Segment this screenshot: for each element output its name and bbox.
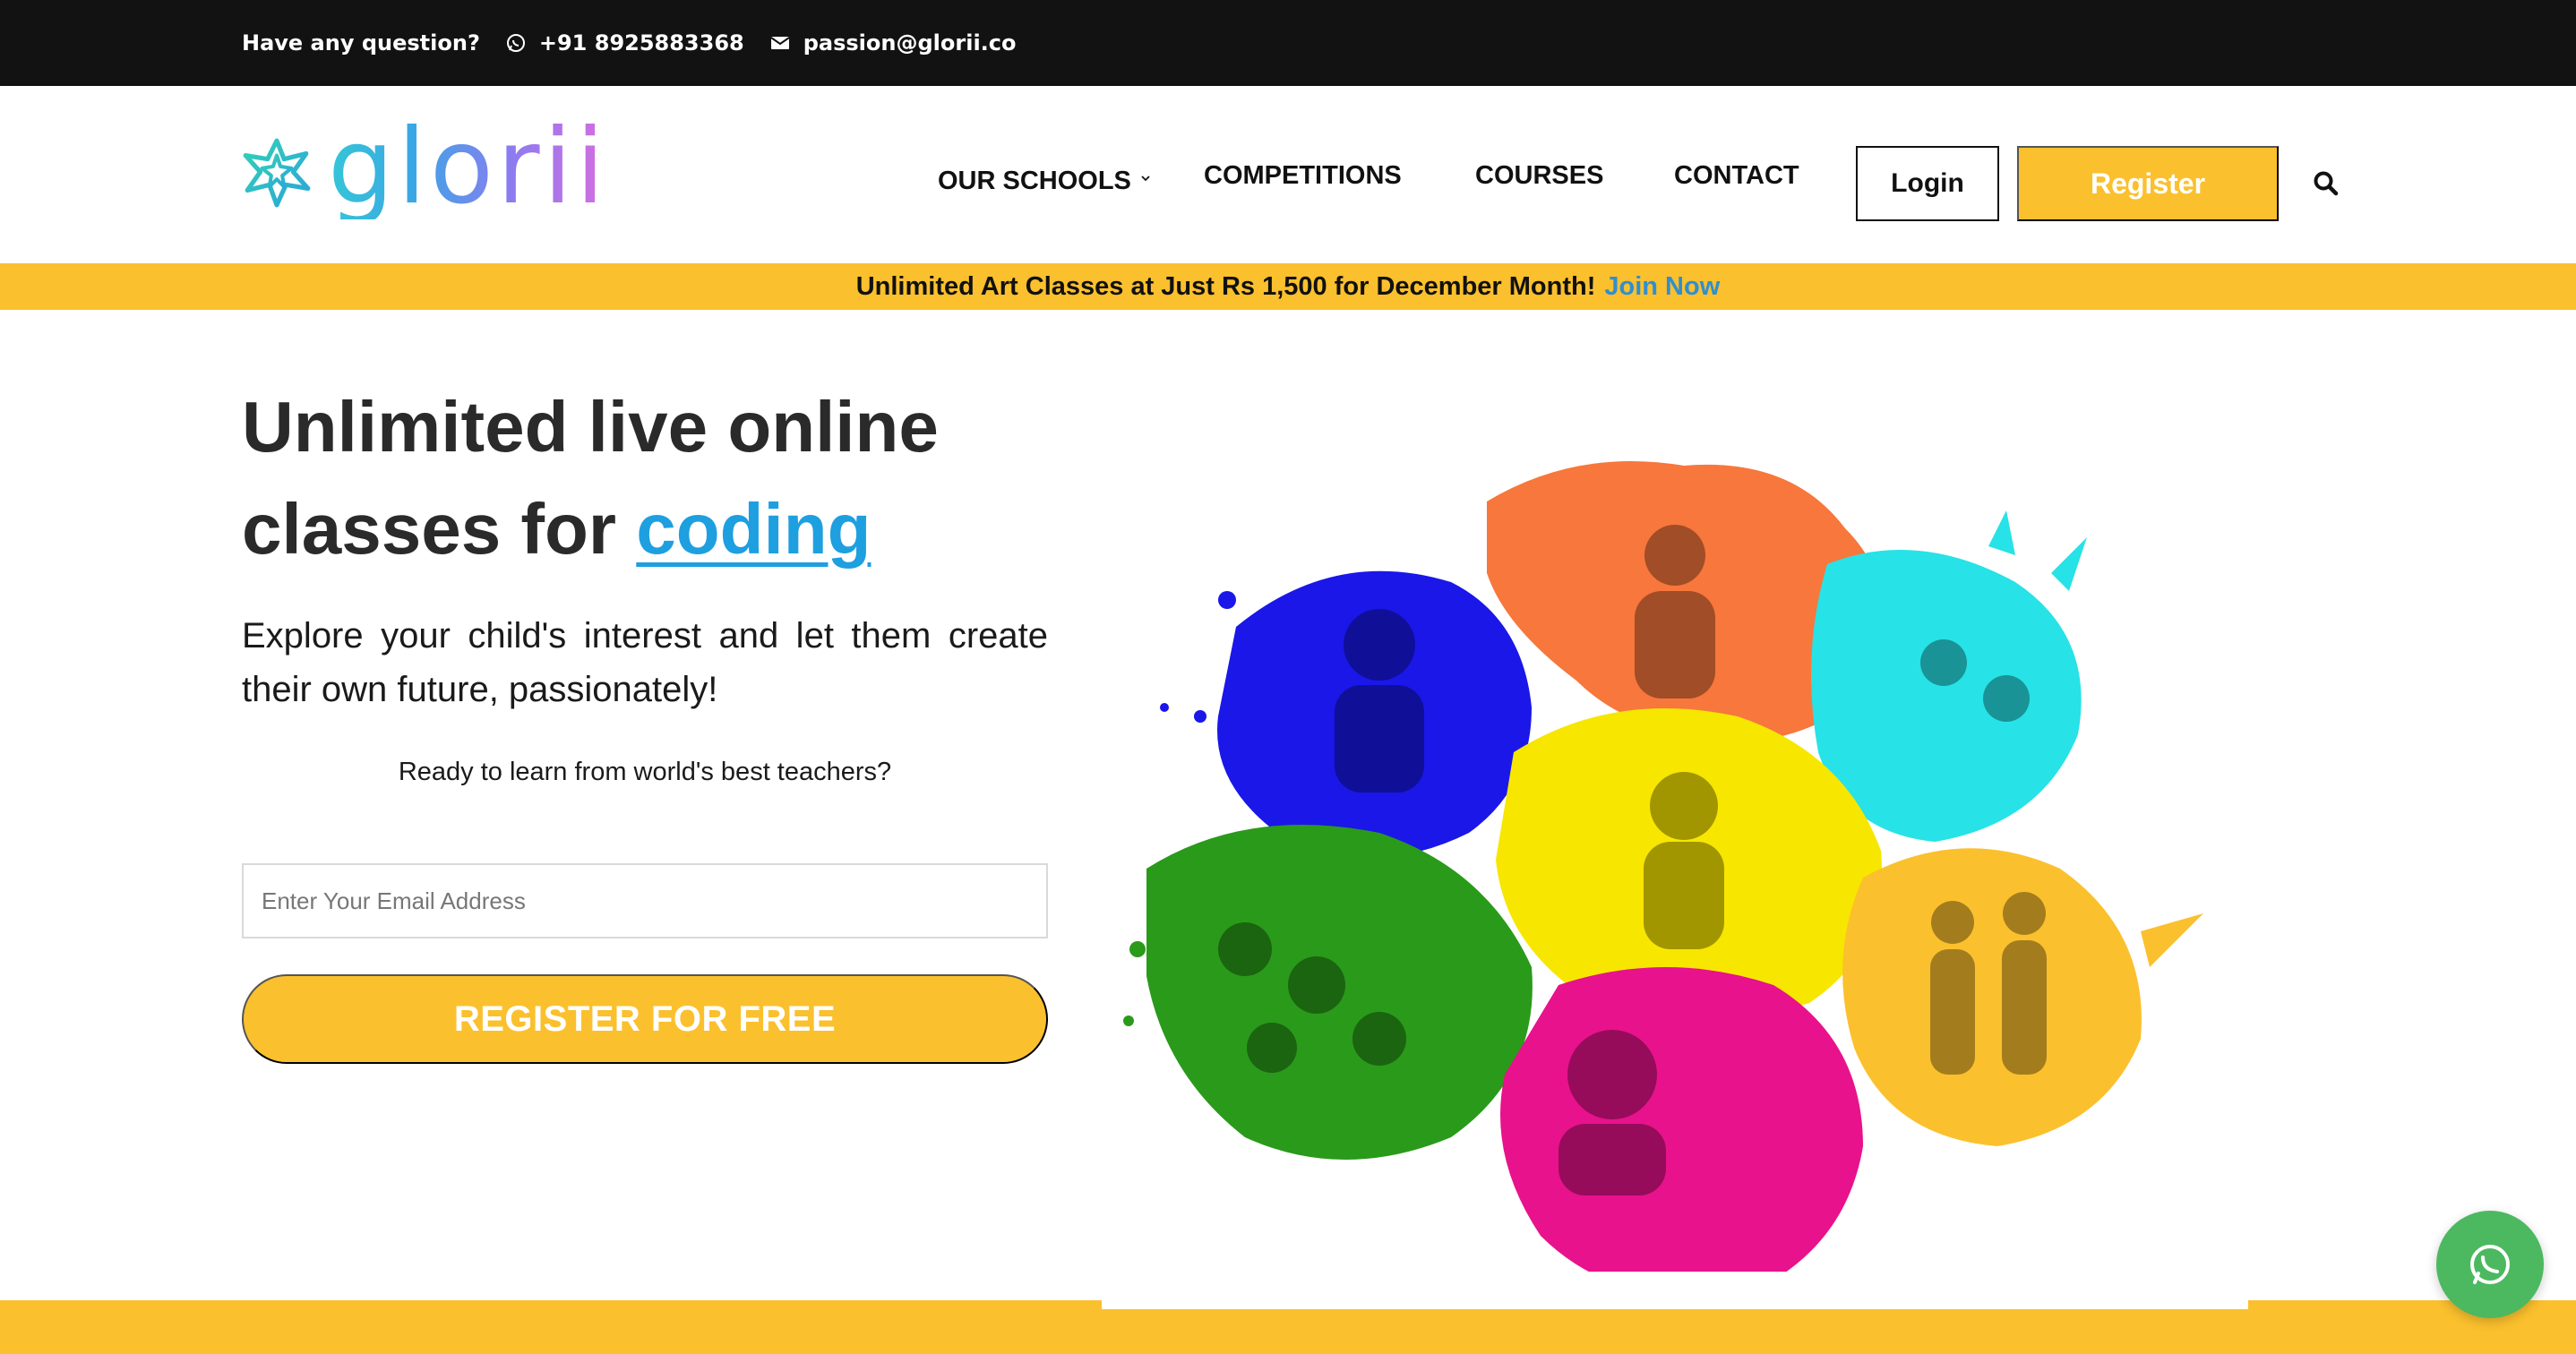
- nav-our-schools[interactable]: OUR SCHOOLS: [938, 161, 1151, 196]
- question-label: Have any question?: [242, 30, 480, 56]
- hero-title-highlight: coding: [636, 489, 872, 569]
- logo-mark-icon: [243, 138, 311, 208]
- hero-subtitle: Explore your child's interest and let th…: [242, 616, 1048, 709]
- promo-banner: Unlimited Art Classes at Just Rs 1,500 f…: [0, 263, 2576, 310]
- email-input[interactable]: [242, 863, 1048, 938]
- nav-our-schools-label: OUR SCHOOLS: [938, 167, 1131, 195]
- phone-contact[interactable]: +91 8925883368: [505, 30, 744, 56]
- hero-collage-image: [1111, 448, 2257, 1325]
- hero-title-line1: Unlimited live online: [242, 387, 939, 467]
- login-button[interactable]: Login: [1856, 146, 1999, 221]
- logo[interactable]: glorii: [240, 116, 608, 219]
- hero-title: Unlimited live online classes for coding: [242, 376, 1048, 580]
- chevron-down-icon: [1140, 161, 1151, 182]
- nav-courses[interactable]: COURSES: [1475, 161, 1603, 191]
- nav-contact[interactable]: CONTACT: [1674, 161, 1799, 191]
- hero-title-line2: classes for coding: [242, 478, 1048, 580]
- register-for-free-button[interactable]: REGISTER FOR FREE: [242, 974, 1048, 1064]
- envelope-icon: [769, 32, 791, 54]
- register-button[interactable]: Register: [2017, 146, 2279, 221]
- search-icon[interactable]: [2313, 170, 2340, 197]
- logo-text: glorii: [328, 107, 608, 227]
- email-contact[interactable]: passion@glorii.co: [769, 30, 1017, 56]
- hero-title-prefix: classes for: [242, 489, 617, 569]
- whatsapp-icon: [505, 32, 527, 54]
- promo-text: Unlimited Art Classes at Just Rs 1,500 f…: [855, 271, 1596, 301]
- nav-competitions[interactable]: COMPETITIONS: [1204, 161, 1402, 191]
- join-now-link[interactable]: Join Now: [1604, 272, 1720, 302]
- top-contact-bar: Have any question? +91 8925883368 passio…: [0, 0, 2576, 86]
- whatsapp-icon: [2470, 1245, 2510, 1284]
- bottom-card-edge: [1102, 1272, 2248, 1309]
- email-address: passion@glorii.co: [803, 30, 1017, 56]
- phone-number: +91 8925883368: [538, 30, 744, 56]
- ready-text: Ready to learn from world's best teacher…: [398, 758, 892, 786]
- whatsapp-chat-button[interactable]: [2436, 1211, 2544, 1318]
